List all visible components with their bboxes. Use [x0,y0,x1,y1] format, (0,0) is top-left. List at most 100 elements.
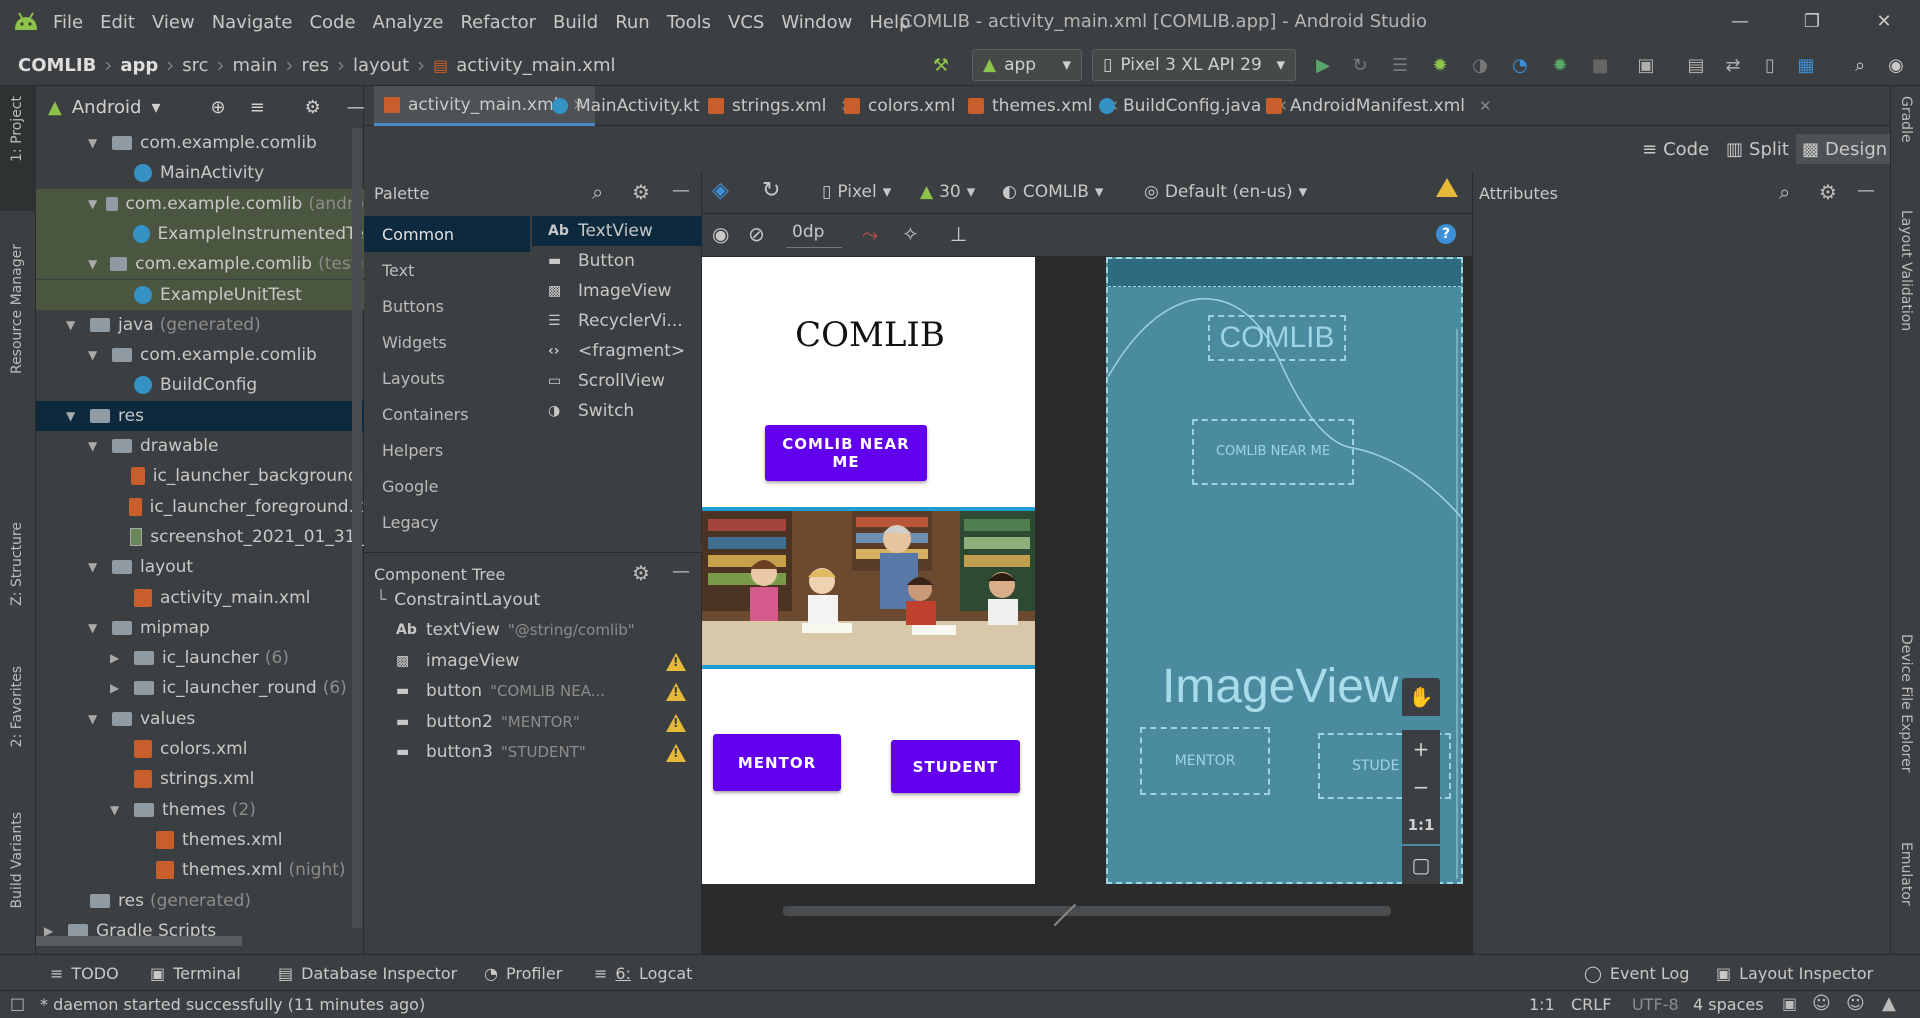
tree-item[interactable]: themes.xml [36,825,364,855]
zoom-to-fit-icon[interactable]: ▢ [1402,846,1440,884]
palette-item[interactable]: Ab TextView [532,216,702,246]
menu-refactor[interactable]: Refactor [460,12,536,33]
breadcrumb-item[interactable]: layout [353,55,409,76]
palette-category[interactable]: Legacy [364,504,530,540]
palette-category[interactable]: Google [364,468,530,504]
preview-mentor-button[interactable]: MENTOR [713,734,841,791]
debug-icon[interactable]: ✹ [1427,52,1453,78]
tree-item[interactable]: ▼ com.example.comlib [36,128,364,158]
tree-item[interactable]: ▶ ic_launcher (6) [36,643,364,673]
breadcrumb-item[interactable]: activity_main.xml [456,55,615,76]
component-tree-item[interactable]: ▩ imageView [396,646,696,676]
menu-file[interactable]: File [53,12,83,33]
pan-hand-icon[interactable]: ✋ [1402,678,1440,716]
lock-icon[interactable]: ▣ [1782,994,1797,1013]
tree-item[interactable]: ▼ themes (2) [36,795,364,825]
tree-item[interactable]: colors.xml [36,734,364,764]
stop-icon[interactable]: ■ [1587,52,1613,78]
tool-tab-resource-manager[interactable]: Resource Manager [9,244,25,374]
collapsed-arrow-icon[interactable]: ▶ [110,651,126,665]
feedback-face-icon[interactable]: ☺ [1846,993,1865,1014]
sdk-manager-icon[interactable]: ▦ [1793,52,1819,78]
tool-tab-build-variants[interactable]: Build Variants [9,812,25,909]
search-icon[interactable]: ⌕ [1779,180,1790,204]
design-h-scrollbar[interactable] [783,906,1391,916]
guidelines-icon[interactable]: ⊥ [950,222,967,246]
api-dropdown[interactable]: ▲ 30 ▾ [920,182,975,202]
locate-icon[interactable]: ⊕ [210,97,225,118]
locale-dropdown[interactable]: ◎ Default (en-us) ▾ [1144,182,1307,202]
component-tree-item[interactable]: ▬ button3 "STUDENT" [396,737,696,767]
tree-item[interactable]: strings.xml [36,764,364,794]
device-dropdown[interactable]: ▯ Pixel ▾ [822,182,891,202]
run-config-select[interactable]: ▲ app ▾ [972,49,1082,81]
expanded-arrow-icon[interactable]: ▼ [66,318,82,332]
avd-manager-icon[interactable]: ▯ [1757,52,1783,78]
tree-item[interactable]: ▼ drawable [36,431,364,461]
design-preview-phone[interactable]: COMLIB COMLIB NEAR ME MENTOR STUDENT [702,257,1035,884]
expanded-arrow-icon[interactable]: ▼ [66,409,82,423]
warning-icon[interactable] [666,744,686,762]
gear-icon[interactable]: ⚙ [632,561,650,585]
default-margin-field[interactable]: 0dp [786,222,842,248]
tree-item[interactable]: ExampleInstrumentedTe [36,218,364,249]
hide-panel-icon[interactable]: — [672,561,690,582]
editor-tab[interactable]: AndroidManifest.xml ✕ [1256,86,1502,126]
close-tab-icon[interactable]: ✕ [1479,97,1492,115]
tree-item[interactable]: activity_main.xml [36,583,364,613]
profile-icon[interactable]: ◔ [1507,52,1533,78]
eye-icon[interactable]: ◉ [712,222,729,246]
bottom-tool-tab[interactable]: ▣ Terminal [150,955,241,991]
palette-category[interactable]: Buttons [364,288,530,324]
expanded-arrow-icon[interactable]: ▼ [88,621,104,635]
tree-item[interactable]: ▶ ic_launcher_round (6) [36,673,364,703]
tree-item[interactable]: ▼ res [36,400,364,431]
component-tree-item[interactable]: ▬ button "COMLIB NEA... [396,676,696,706]
inspector-face-icon[interactable]: ☺ [1812,993,1831,1014]
expanded-arrow-icon[interactable]: ▼ [110,803,126,817]
theme-dropdown[interactable]: ◐ COMLIB ▾ [1002,182,1103,202]
expanded-arrow-icon[interactable]: ▼ [88,257,102,271]
tree-item[interactable]: ▼ com.example.comlib (andro [36,188,364,219]
sync-gradle-icon[interactable]: ⇄ [1720,52,1746,78]
hide-panel-icon[interactable]: — [1857,180,1875,201]
layout-editor-icon[interactable]: ▤ [1683,52,1709,78]
clear-constraints-icon[interactable]: ⤳ [862,222,878,246]
tree-item[interactable]: themes.xml (night) [36,855,364,885]
layers-icon[interactable]: ◈ [712,178,729,203]
tree-item[interactable]: ▼ com.example.comlib [36,340,364,370]
split-mode-button[interactable]: ▥ Split [1720,134,1795,164]
apply-changes-icon[interactable]: ↻ [1347,52,1373,78]
apply-code-changes-icon[interactable]: ☰ [1387,52,1413,78]
tree-item[interactable]: MainActivity [36,158,364,188]
gear-icon[interactable]: ⚙ [632,180,650,204]
menu-analyze[interactable]: Analyze [373,12,444,33]
hide-panel-icon[interactable]: — [347,97,365,118]
zoom-in-icon[interactable]: + [1402,730,1440,768]
palette-category[interactable]: Text [364,252,530,288]
project-view-select[interactable]: Android [72,97,142,118]
tree-item[interactable]: screenshot_2021_01_31_ [36,522,364,552]
tool-tab-structure[interactable]: Z: Structure [9,522,25,606]
tree-item[interactable]: ExampleUnitTest [36,279,364,310]
breadcrumb-item[interactable]: main [233,55,278,76]
warning-icon[interactable] [1436,178,1458,197]
project-structure-icon[interactable]: ▣ [1633,52,1659,78]
tool-tab-favorites[interactable]: 2: Favorites [9,666,25,747]
bottom-tool-tab[interactable]: ▣ Layout Inspector [1716,955,1873,991]
warning-icon[interactable] [666,652,686,671]
component-tree-item[interactable]: Ab textView "@string/comlib" [396,615,696,645]
breadcrumb-item[interactable]: COMLIB [18,55,96,76]
palette-item[interactable]: ▩ ImageView [548,276,672,306]
help-icon[interactable]: ? [1436,224,1456,244]
breadcrumb-item[interactable]: src [182,55,208,76]
attach-debugger-icon[interactable]: ◑ [1467,52,1493,78]
tree-item[interactable]: BuildConfig [36,370,364,400]
tree-item[interactable]: ▼ com.example.comlib (test) [36,249,364,280]
collapsed-arrow-icon[interactable]: ▶ [110,681,126,695]
palette-item[interactable]: ▭ ScrollView [548,366,665,396]
tool-tab-device-file-explorer[interactable]: Device File Explorer [1898,634,1914,773]
attach-process-icon[interactable]: ✹ [1547,52,1573,78]
bottom-tool-tab[interactable]: ◯ Event Log [1584,955,1689,991]
status-message[interactable]: * daemon started successfully (11 minute… [40,995,425,1014]
